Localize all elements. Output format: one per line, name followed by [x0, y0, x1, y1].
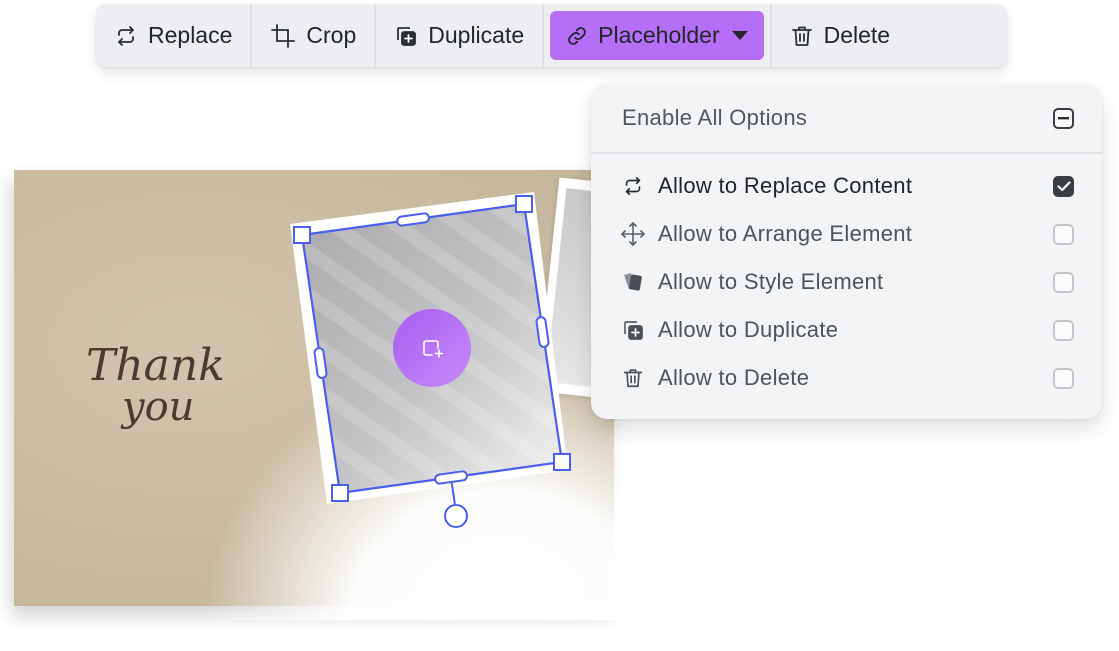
resize-handle-bottom-left[interactable]: [331, 484, 349, 502]
placeholder-dropdown-button[interactable]: Placeholder: [550, 11, 764, 60]
toolbar: Replace Crop Duplicate Placeholder Delet…: [96, 4, 1007, 67]
placeholder-label: Placeholder: [598, 22, 720, 48]
duplicate-button[interactable]: Duplicate: [376, 8, 542, 63]
link-icon: [566, 25, 588, 47]
trash-icon: [619, 364, 647, 392]
style-icon: [619, 268, 647, 296]
option-label: Allow to Duplicate: [658, 317, 839, 342]
duplicate-icon: [619, 316, 647, 344]
caret-down-icon: [731, 30, 748, 41]
enable-all-row[interactable]: Enable All Options: [591, 84, 1102, 154]
duplicate-label: Duplicate: [428, 22, 525, 48]
option-checkbox[interactable]: [1053, 271, 1074, 293]
check-icon: [1056, 180, 1071, 191]
option-checkbox[interactable]: [1053, 223, 1074, 245]
crop-button[interactable]: Crop: [252, 8, 374, 63]
delete-button[interactable]: Delete: [772, 8, 908, 63]
crop-label: Crop: [306, 22, 357, 48]
option-label: Allow to Style Element: [658, 269, 884, 294]
placeholder-options-panel: Enable All Options Allow to Replace Cont…: [591, 84, 1102, 419]
option-arrange-element[interactable]: Allow to Arrange Element: [591, 210, 1102, 258]
placeholder-frame[interactable]: [280, 190, 590, 540]
option-duplicate[interactable]: Allow to Duplicate: [591, 306, 1102, 354]
replace-icon: [619, 172, 647, 200]
resize-handle-top-right[interactable]: [515, 195, 533, 213]
option-style-element[interactable]: Allow to Style Element: [591, 258, 1102, 306]
option-checkbox[interactable]: [1053, 175, 1074, 197]
option-label: Allow to Delete: [658, 365, 810, 390]
replace-button[interactable]: Replace: [96, 8, 250, 63]
greeting-line-2: you: [120, 384, 194, 430]
resize-handle-top-left[interactable]: [293, 226, 311, 244]
resize-handle-bottom-right[interactable]: [553, 453, 571, 471]
trash-icon: [790, 24, 814, 48]
enable-all-label: Enable All Options: [622, 105, 808, 130]
option-checkbox[interactable]: [1053, 367, 1074, 389]
option-checkbox[interactable]: [1053, 319, 1074, 341]
duplicate-icon: [394, 24, 418, 48]
move-icon: [619, 220, 647, 248]
option-delete[interactable]: Allow to Delete: [591, 354, 1102, 402]
rotate-handle[interactable]: [444, 504, 468, 528]
enable-all-checkbox[interactable]: [1053, 107, 1074, 129]
minus-icon: [1058, 116, 1069, 119]
option-replace-content[interactable]: Allow to Replace Content: [591, 162, 1102, 210]
crop-icon: [270, 23, 296, 49]
replace-icon: [114, 24, 138, 48]
delete-label: Delete: [823, 22, 891, 48]
option-label: Allow to Arrange Element: [658, 221, 913, 246]
divider: [542, 4, 545, 67]
option-label: Allow to Replace Content: [658, 173, 913, 198]
add-image-button[interactable]: [393, 309, 471, 387]
replace-label: Replace: [148, 22, 233, 48]
